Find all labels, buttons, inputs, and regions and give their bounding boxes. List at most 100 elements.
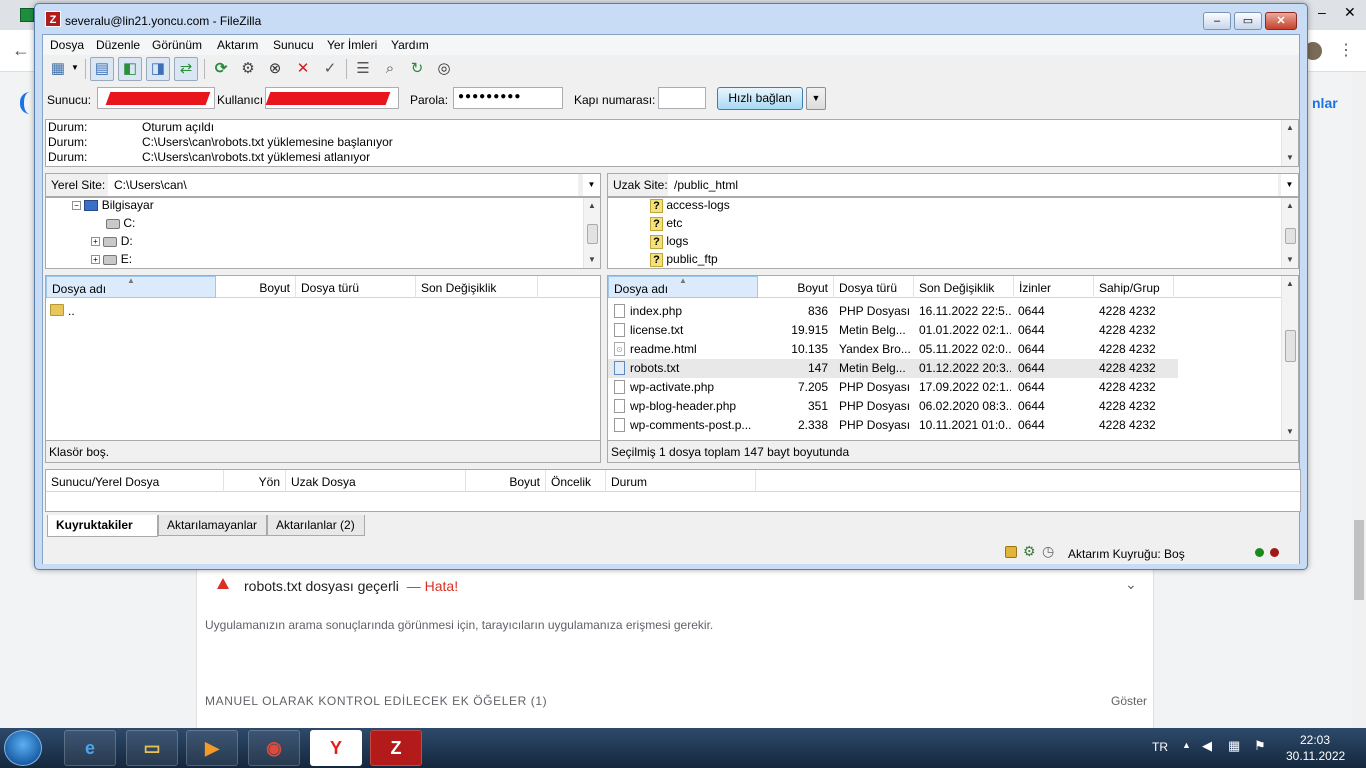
- menu-view[interactable]: Görünüm: [152, 38, 202, 52]
- taskbar-yandex-icon[interactable]: Y: [310, 730, 362, 766]
- col-local-file[interactable]: Sunucu/Yerel Dosya: [46, 470, 224, 492]
- scroll-thumb[interactable]: [1285, 228, 1296, 244]
- menu-file[interactable]: Dosya: [50, 38, 84, 52]
- file-row[interactable]: wp-blog-header.php 351 PHP Dosyası 06.02…: [608, 397, 1178, 416]
- local-path-input[interactable]: C:\Users\can\: [108, 174, 578, 196]
- col-size[interactable]: Boyut: [758, 276, 834, 298]
- browser-menu-icon[interactable]: ⋮: [1338, 40, 1354, 60]
- toggle-queue-icon[interactable]: ⇄: [174, 57, 198, 81]
- clock-date[interactable]: 30.11.2022: [1286, 749, 1345, 763]
- file-row-selected[interactable]: robots.txt 147 Metin Belg... 01.12.2022 …: [608, 359, 1178, 378]
- site-manager-dropdown-icon[interactable]: ▼: [71, 63, 79, 72]
- volume-icon[interactable]: ◀: [1202, 738, 1212, 754]
- scroll-down-icon[interactable]: ▼: [1282, 150, 1298, 166]
- tab-queued[interactable]: Kuyruktakiler: [47, 515, 158, 537]
- close-button[interactable]: ✕: [1265, 12, 1297, 30]
- show-link[interactable]: Göster: [1111, 694, 1147, 708]
- tree-item[interactable]: ? access-logs: [650, 198, 730, 216]
- collapse-icon[interactable]: −: [72, 201, 81, 211]
- taskbar-chrome-icon[interactable]: ◉: [248, 730, 300, 766]
- quickconnect-button[interactable]: Hızlı bağlan: [717, 87, 803, 110]
- menu-edit[interactable]: Düzenle: [96, 38, 140, 52]
- host-input[interactable]: [97, 87, 215, 109]
- taskbar-explorer-icon[interactable]: ▭: [126, 730, 178, 766]
- scroll-up-icon[interactable]: ▲: [584, 198, 600, 214]
- remote-list-scrollbar[interactable]: ▲ ▼: [1281, 276, 1298, 440]
- back-arrow-icon[interactable]: ←: [12, 40, 30, 61]
- menu-server[interactable]: Sunucu: [273, 38, 314, 52]
- scroll-up-icon[interactable]: ▲: [1282, 276, 1298, 292]
- col-permissions[interactable]: İzinler: [1014, 276, 1094, 298]
- expand-icon[interactable]: +: [91, 255, 100, 265]
- content-link[interactable]: nlar: [1312, 95, 1338, 111]
- expand-icon[interactable]: +: [91, 237, 100, 247]
- network-icon[interactable]: ▦: [1228, 738, 1240, 754]
- file-row[interactable]: license.txt 19.915 Metin Belg... 01.01.2…: [608, 321, 1178, 340]
- log-scrollbar[interactable]: ▲ ▼: [1281, 120, 1298, 166]
- quickconnect-dropdown[interactable]: ▼: [806, 87, 826, 110]
- col-modified[interactable]: Son Değişiklik: [416, 276, 538, 298]
- col-filename[interactable]: Dosya adı ▲: [608, 276, 758, 298]
- browser-close-button[interactable]: ✕: [1344, 4, 1356, 21]
- scroll-down-icon[interactable]: ▼: [1282, 424, 1298, 440]
- tree-item[interactable]: ? etc: [650, 216, 682, 234]
- refresh-icon[interactable]: ⟳: [209, 57, 233, 81]
- file-row[interactable]: wp-comments-post.p... 2.338 PHP Dosyası …: [608, 416, 1178, 435]
- process-queue-icon[interactable]: ⚙: [236, 57, 260, 81]
- col-filename[interactable]: Dosya adı ▲: [46, 276, 216, 298]
- col-direction[interactable]: Yön: [224, 470, 286, 492]
- page-scrollbar-thumb[interactable]: [1354, 520, 1364, 600]
- file-row[interactable]: ..: [46, 302, 600, 321]
- menu-help[interactable]: Yardım: [391, 38, 429, 52]
- scroll-thumb[interactable]: [587, 224, 598, 244]
- browser-minimize-button[interactable]: ‒: [1318, 4, 1326, 20]
- menu-bookmarks[interactable]: Yer İmleri: [327, 38, 377, 52]
- action-center-icon[interactable]: ⚑: [1254, 738, 1266, 754]
- tree-item[interactable]: C:: [106, 216, 135, 234]
- tree-item[interactable]: ? public_ftp: [650, 252, 718, 270]
- tab-failed[interactable]: Aktarılamayanlar: [158, 515, 267, 536]
- tree-item[interactable]: + E:: [91, 252, 132, 270]
- local-path-dropdown-icon[interactable]: ▼: [583, 174, 600, 196]
- col-priority[interactable]: Öncelik: [546, 470, 606, 492]
- remote-path-dropdown-icon[interactable]: ▼: [1281, 174, 1298, 196]
- tab-successful[interactable]: Aktarılanlar (2): [267, 515, 365, 536]
- scroll-up-icon[interactable]: ▲: [1282, 198, 1298, 214]
- toggle-log-icon[interactable]: ▤: [90, 57, 114, 81]
- disconnect-icon[interactable]: ✕: [291, 57, 315, 81]
- local-tree-scrollbar[interactable]: ▲ ▼: [583, 198, 600, 268]
- user-input[interactable]: [265, 87, 399, 109]
- maximize-button[interactable]: ▭: [1234, 12, 1262, 30]
- password-input[interactable]: ●●●●●●●●●: [453, 87, 563, 109]
- scroll-down-icon[interactable]: ▼: [584, 252, 600, 268]
- start-button[interactable]: [4, 730, 42, 766]
- tray-expand-icon[interactable]: ▲: [1182, 740, 1191, 750]
- remote-tree-scrollbar[interactable]: ▲ ▼: [1281, 198, 1298, 268]
- taskbar-mediaplayer-icon[interactable]: ▶: [186, 730, 238, 766]
- file-row[interactable]: wp-activate.php 7.205 PHP Dosyası 17.09.…: [608, 378, 1178, 397]
- clock-time[interactable]: 22:03: [1300, 733, 1330, 747]
- toggle-local-tree-icon[interactable]: ◧: [118, 57, 142, 81]
- col-type[interactable]: Dosya türü: [296, 276, 416, 298]
- col-size[interactable]: Boyut: [466, 470, 546, 492]
- file-row[interactable]: index.php 836 PHP Dosyası 16.11.2022 22:…: [608, 302, 1178, 321]
- page-scrollbar[interactable]: [1352, 72, 1366, 728]
- tree-item[interactable]: + D:: [91, 234, 133, 252]
- col-status[interactable]: Durum: [606, 470, 756, 492]
- site-manager-icon[interactable]: ▦: [46, 57, 70, 81]
- reconnect-icon[interactable]: ✓: [318, 57, 342, 81]
- minimize-button[interactable]: ‒: [1203, 12, 1231, 30]
- col-owner[interactable]: Sahip/Grup: [1094, 276, 1174, 298]
- col-size[interactable]: Boyut: [216, 276, 296, 298]
- search-binoculars-icon[interactable]: ◎: [432, 57, 456, 81]
- scroll-thumb[interactable]: [1285, 330, 1296, 362]
- filter-icon[interactable]: ☰: [351, 57, 375, 81]
- language-indicator[interactable]: TR: [1152, 740, 1168, 754]
- remote-path-input[interactable]: /public_html: [668, 174, 1278, 196]
- scroll-up-icon[interactable]: ▲: [1282, 120, 1298, 136]
- menu-transfer[interactable]: Aktarım: [217, 38, 258, 52]
- scroll-down-icon[interactable]: ▼: [1282, 252, 1298, 268]
- cancel-icon[interactable]: ⊗: [263, 57, 287, 81]
- col-remote-file[interactable]: Uzak Dosya: [286, 470, 466, 492]
- tree-item[interactable]: − Bilgisayar: [72, 198, 154, 216]
